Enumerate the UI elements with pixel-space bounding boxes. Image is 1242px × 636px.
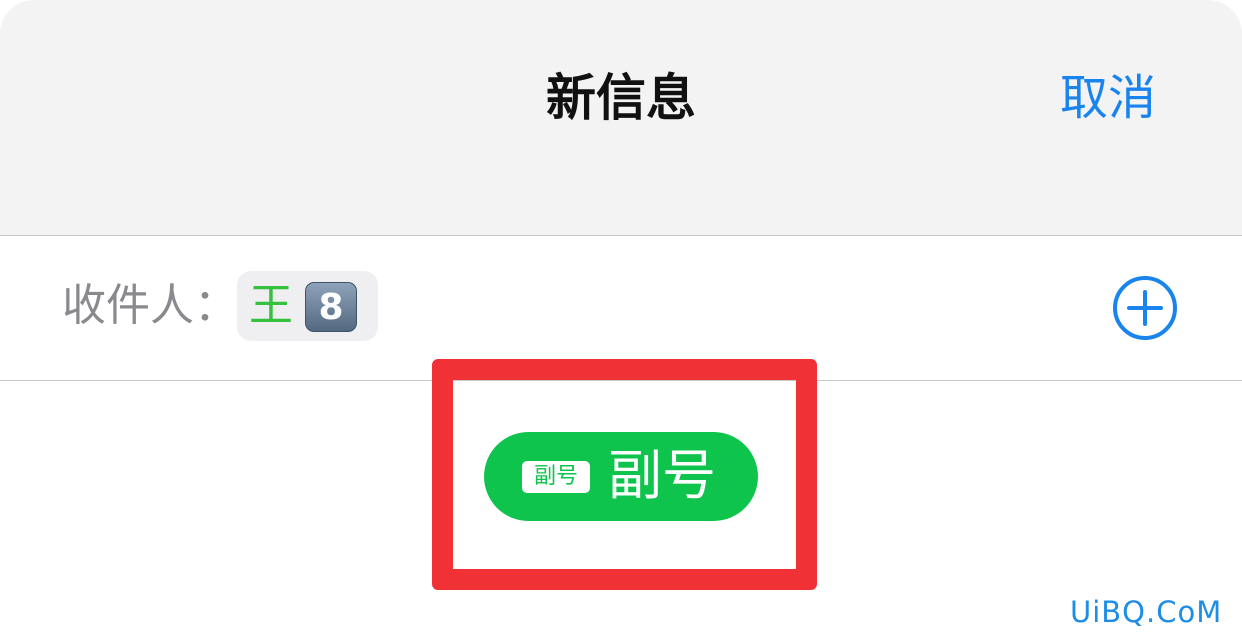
secondary-number-tag: 副号 [522, 461, 590, 493]
cancel-button[interactable]: 取消 [1060, 66, 1156, 130]
keycap-number-icon: 8 [305, 282, 357, 332]
add-recipient-button[interactable] [1112, 275, 1178, 341]
recipient-name: 王 [249, 280, 293, 331]
page-title: 新信息 [546, 69, 696, 127]
secondary-number-badge[interactable]: 副号 副号 [484, 432, 758, 521]
new-message-screen: 新信息 取消 收件人： 王 8 副号 副号 UiBQ.CoM [0, 0, 1242, 636]
plus-circle-icon [1113, 276, 1177, 340]
watermark: UiBQ.CoM [1070, 595, 1223, 629]
secondary-number-label: 副号 [608, 444, 716, 507]
recipient-chip[interactable]: 王 8 [237, 271, 378, 341]
navigation-bar: 新信息 取消 [0, 0, 1242, 235]
recipient-label: 收件人： [62, 280, 238, 331]
